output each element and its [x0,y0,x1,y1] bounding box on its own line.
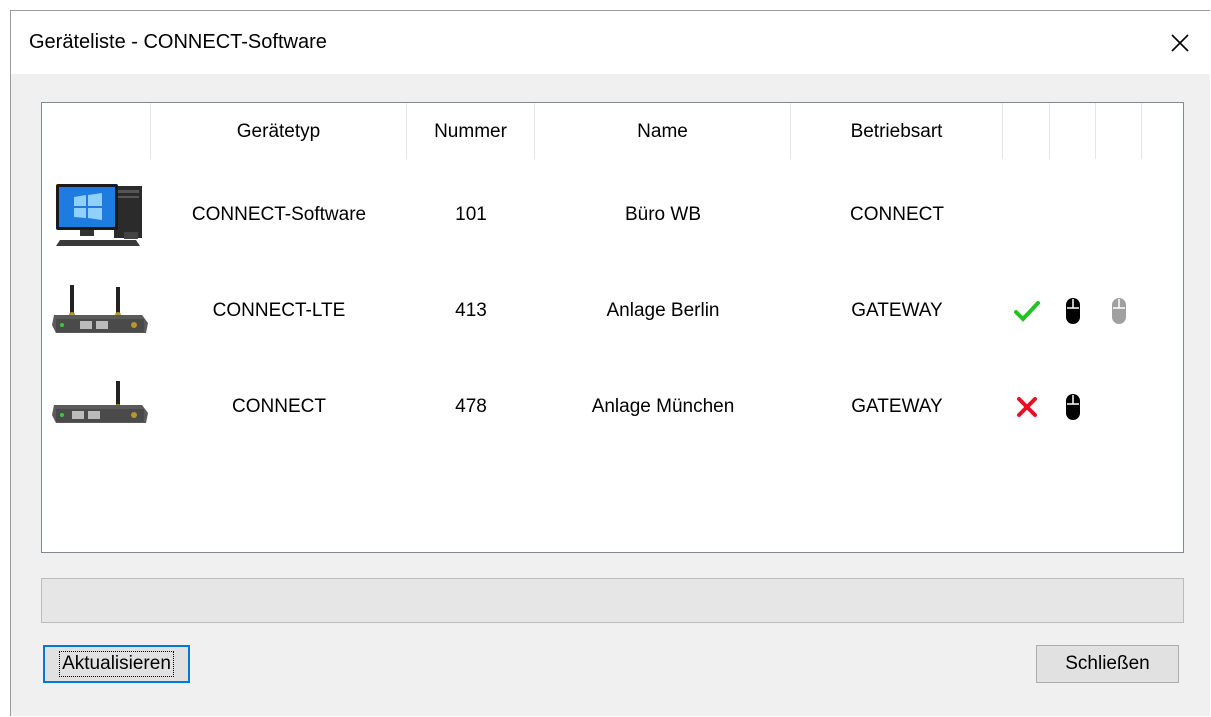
cell-name: Büro WB [624,204,702,225]
title-bar: Geräteliste - CONNECT-Software [11,11,1210,74]
lte-router-icon [52,285,148,333]
device-list[interactable]: Gerätetyp Nummer Name Betriebsart CONNEC… [41,102,1184,553]
refresh-button-label: Aktualisieren [59,651,174,677]
progress-bar [41,578,1184,623]
close-window-button[interactable] [1150,11,1210,74]
list-header: Gerätetyp Nummer Name Betriebsart [42,103,1183,159]
cell-geraetetyp: CONNECT-LTE [212,300,346,321]
dialog-window: Geräteliste - CONNECT-Software Gerätetyp… [10,10,1210,716]
column-header-name[interactable]: Name [535,103,791,159]
column-header-betriebsart[interactable]: Betriebsart [791,103,1003,159]
mouse-icon[interactable] [1065,393,1081,421]
cell-geraetetyp: CONNECT-Software [191,204,367,225]
cell-geraetetyp: CONNECT [232,396,326,417]
cell-betriebsart: GATEWAY [851,396,943,417]
column-header-nummer[interactable]: Nummer [407,103,535,159]
cell-betriebsart: GATEWAY [851,300,943,321]
close-icon [1171,33,1189,52]
close-button[interactable]: Schließen [1036,645,1179,683]
list-row[interactable]: CONNECT 478 Anlage München GATEWAY [42,359,1183,455]
column-header-geraetetyp[interactable]: Gerätetyp [151,103,407,159]
cell-nummer: 413 [455,300,487,321]
check-icon [1013,301,1040,322]
column-header-status-1[interactable] [1003,103,1050,159]
list-row[interactable]: CONNECT-Software 101 Büro WB CONNECT [42,167,1183,263]
column-header-status-2[interactable] [1050,103,1096,159]
close-button-label: Schließen [1065,653,1150,674]
window-title: Geräteliste - CONNECT-Software [29,31,327,53]
list-row[interactable]: CONNECT-LTE 413 Anlage Berlin GATEWAY [42,263,1183,359]
mouse-icon[interactable] [1065,297,1081,325]
cell-name: Anlage Berlin [606,300,720,321]
mouse-disabled-icon[interactable] [1111,297,1127,325]
column-header-icon[interactable] [42,103,151,159]
column-header-status-3[interactable] [1096,103,1142,159]
refresh-button[interactable]: Aktualisieren [43,645,190,683]
cell-betriebsart: CONNECT [850,204,944,225]
cell-nummer: 101 [455,204,487,225]
cell-nummer: 478 [455,396,487,417]
desktop-computer-icon [56,184,142,246]
cross-icon [1016,397,1037,417]
cell-name: Anlage München [591,396,735,417]
column-header-filler [1142,103,1183,159]
router-icon [52,381,148,423]
